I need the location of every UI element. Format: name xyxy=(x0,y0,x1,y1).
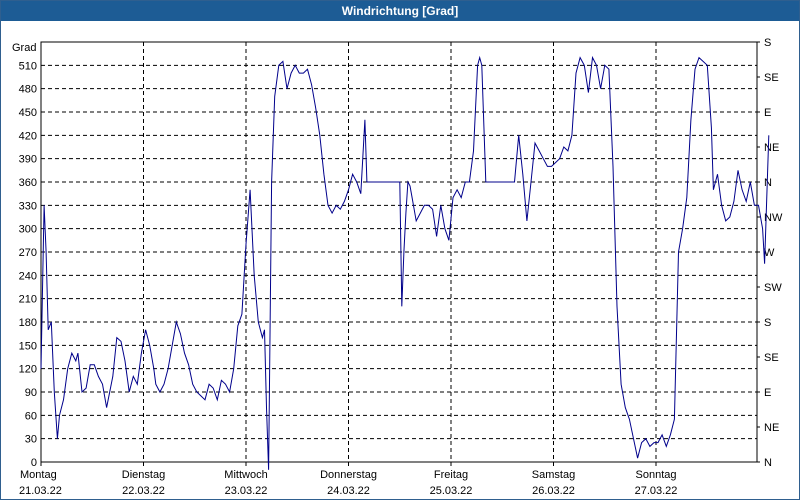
x-tick-date: 25.03.22 xyxy=(430,485,473,497)
right-tick-label: E xyxy=(764,107,771,119)
right-tick-label: NE xyxy=(764,142,779,154)
y-tick-label: 240 xyxy=(19,270,37,282)
x-tick-date: 21.03.22 xyxy=(19,485,62,497)
y-tick-label: 90 xyxy=(25,387,37,399)
labels-layer: 0 30 60 90 120 150 180 210 240 270 300 330 360 390 420… xyxy=(12,37,783,497)
right-tick-label: N xyxy=(764,457,772,469)
y-tick-label: 420 xyxy=(19,130,37,142)
right-tick-label: S xyxy=(764,37,771,49)
y-tick-label: 120 xyxy=(19,364,37,376)
y-tick-label: 390 xyxy=(19,154,37,166)
x-tick-day: Donnerstag xyxy=(320,469,377,481)
y-tick-label: 30 xyxy=(25,434,37,446)
y-tick-label: 480 xyxy=(19,84,37,96)
right-tick-label: S xyxy=(764,317,771,329)
x-tick-date: 24.03.22 xyxy=(327,485,370,497)
y-tick-label: 330 xyxy=(19,200,37,212)
right-tick-label: W xyxy=(764,247,775,259)
y-tick-label: 0 xyxy=(31,457,37,469)
y-tick-label: 450 xyxy=(19,107,37,119)
y-tick-label: 360 xyxy=(19,177,37,189)
x-tick-day: Sonntag xyxy=(636,469,677,481)
right-tick-label: SE xyxy=(764,352,779,364)
y-tick-label: 510 xyxy=(19,60,37,72)
x-tick-day: Montag xyxy=(20,469,57,481)
chart-svg: 0 30 60 90 120 150 180 210 240 270 300 330 360 390 420… xyxy=(12,37,783,497)
x-tick-date: 23.03.22 xyxy=(225,485,268,497)
x-tick-day: Freitag xyxy=(434,469,468,481)
x-tick-day: Dienstag xyxy=(122,469,165,481)
y-tick-label: 210 xyxy=(19,294,37,306)
series-line xyxy=(40,55,770,470)
right-tick-label: SE xyxy=(764,72,779,84)
right-tick-label: SW xyxy=(764,282,782,294)
right-tick-label: E xyxy=(764,387,771,399)
y-tick-label: 270 xyxy=(19,247,37,259)
y-tick-label: 180 xyxy=(19,317,37,329)
y-tick-label: 60 xyxy=(25,410,37,422)
y-tick-label: 300 xyxy=(19,224,37,236)
grid-layer xyxy=(41,42,757,462)
x-tick-day: Samstag xyxy=(532,469,575,481)
x-tick-day: Mittwoch xyxy=(224,469,267,481)
x-tick-date: 22.03.22 xyxy=(122,485,165,497)
right-tick-label: NE xyxy=(764,422,779,434)
y-tick-label: 150 xyxy=(19,340,37,352)
y-axis-label: Grad xyxy=(12,42,36,54)
x-tick-date: 27.03.22 xyxy=(635,485,678,497)
right-tick-label: N xyxy=(764,177,772,189)
x-tick-date: 26.03.22 xyxy=(532,485,575,497)
right-tick-label: NW xyxy=(764,212,783,224)
